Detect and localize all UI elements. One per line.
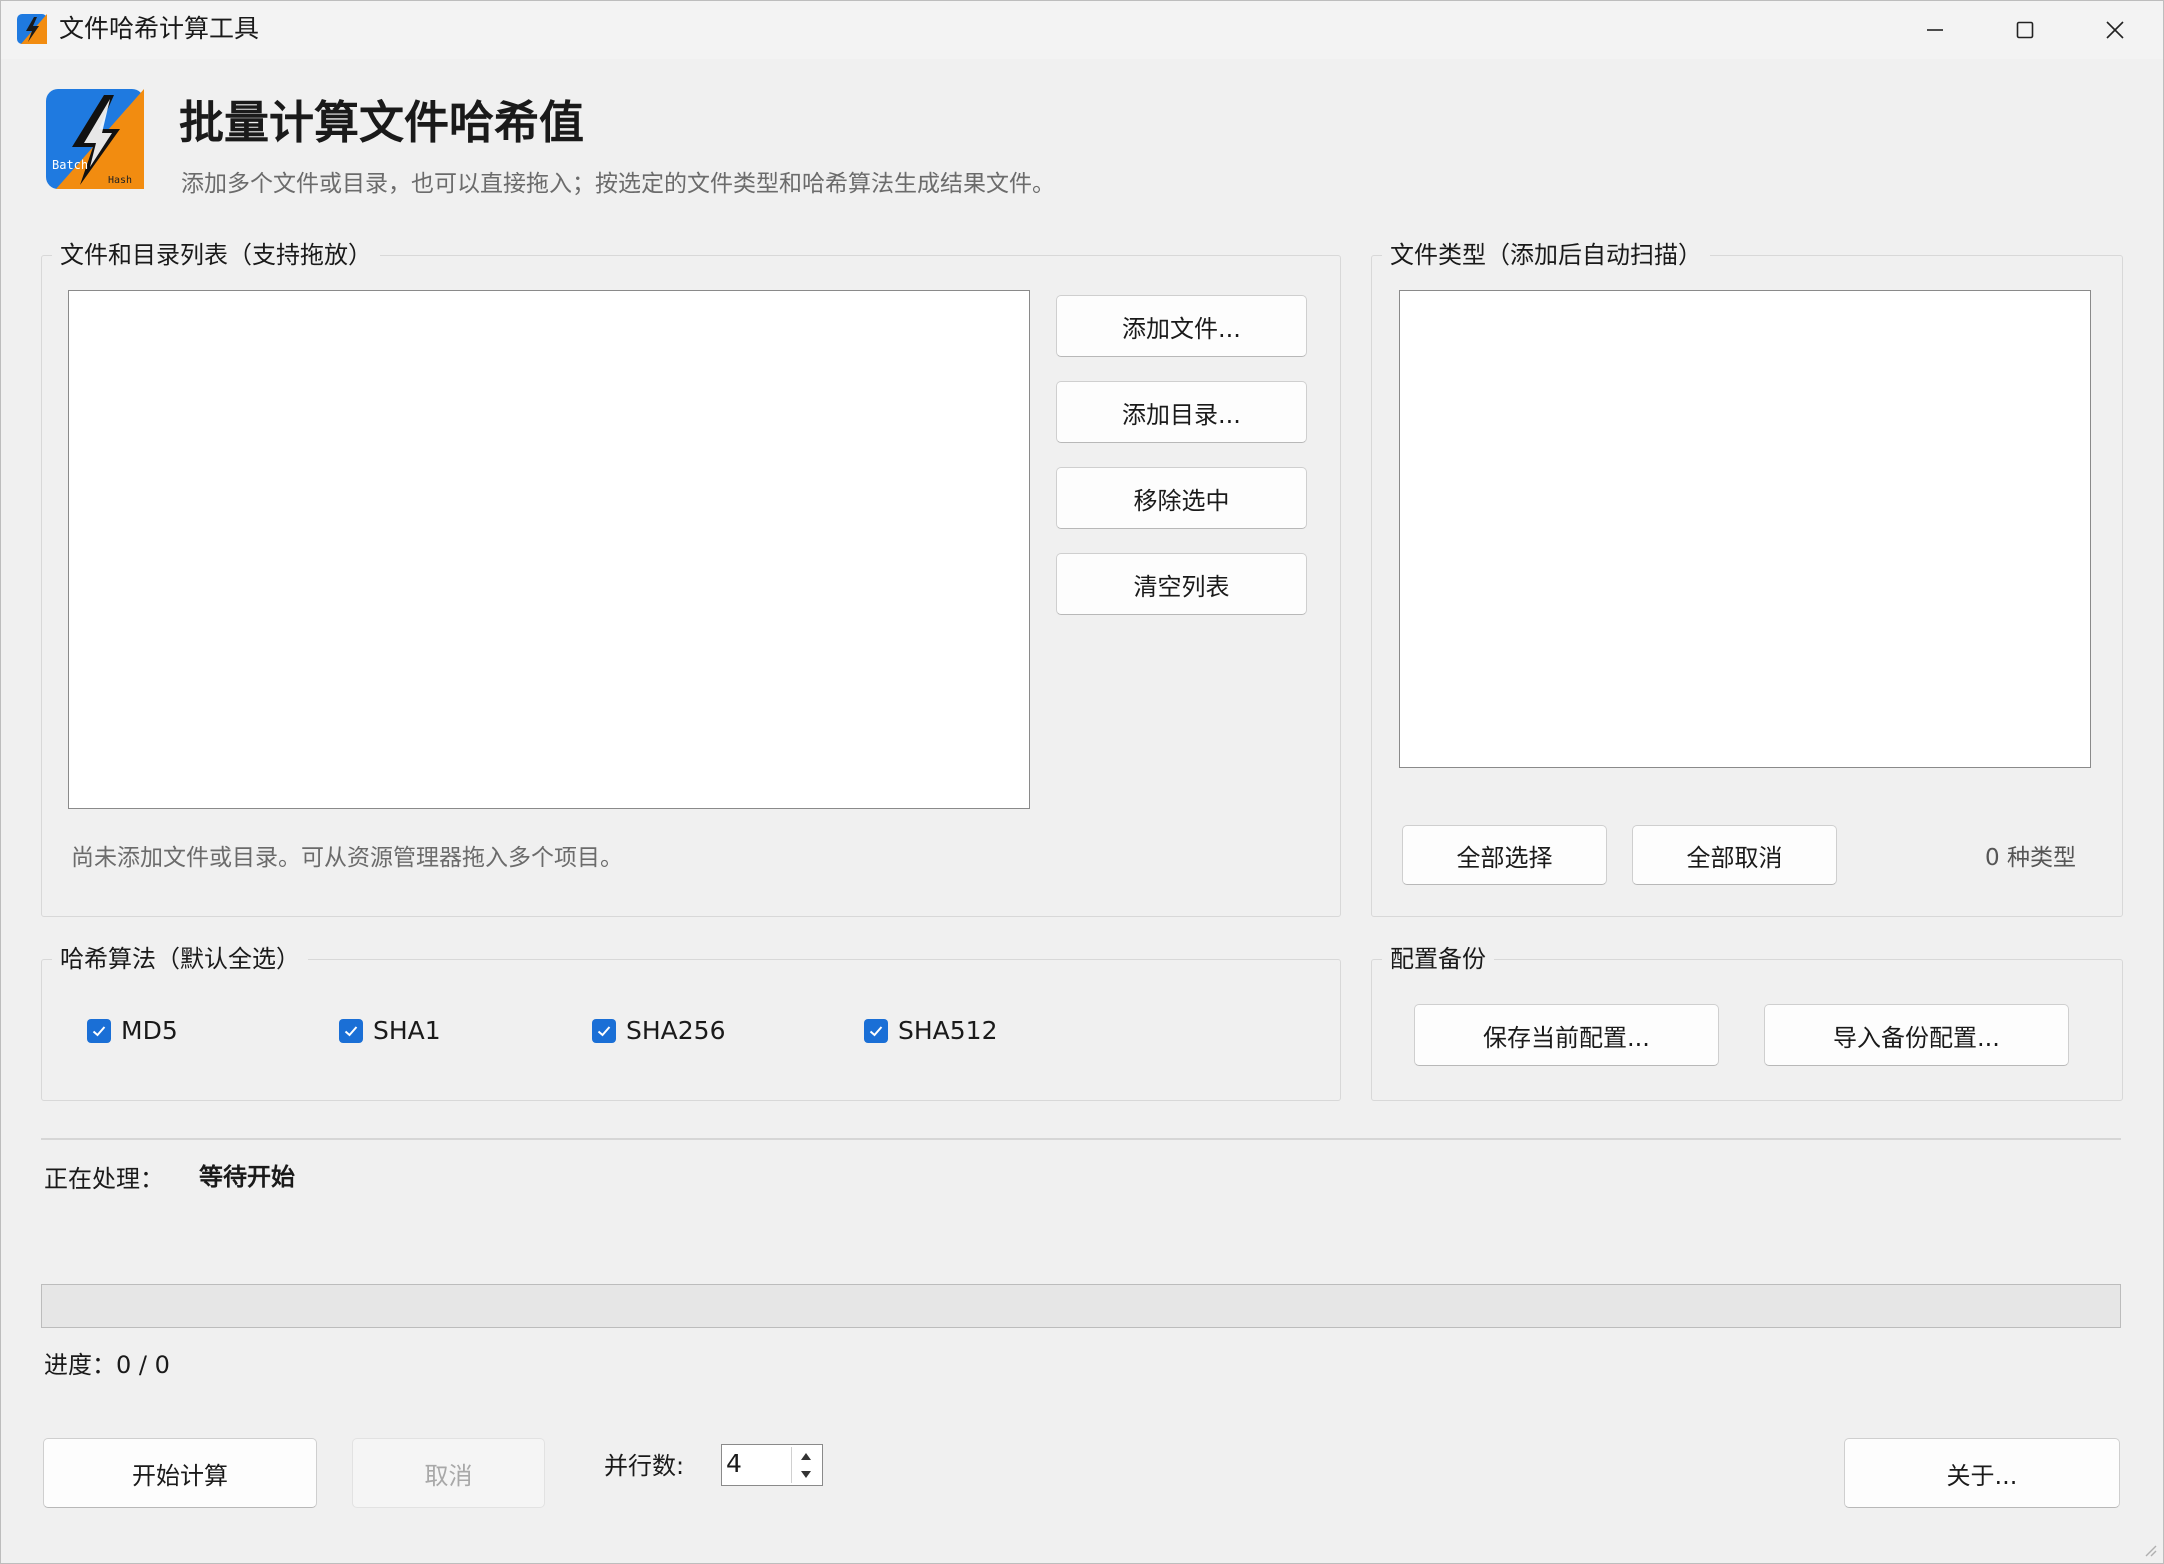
remove-selected-button[interactable]: 移除选中 (1056, 467, 1307, 529)
start-button[interactable]: 开始计算 (43, 1438, 317, 1508)
app-icon (17, 14, 47, 44)
checkbox-checked-icon (592, 1019, 616, 1043)
chevron-down-icon (801, 1470, 811, 1478)
maximize-button[interactable] (1979, 1, 2071, 59)
files-group-label: 文件和目录列表（支持拖放） (52, 239, 380, 271)
spin-up-button[interactable] (792, 1447, 820, 1465)
window-title: 文件哈希计算工具 (59, 14, 260, 43)
main-window: 文件哈希计算工具 Batch Hash 批量计算文件哈希值 添加多个文件或目录，… (0, 0, 2164, 1564)
close-icon (2106, 21, 2124, 39)
minimize-icon (1927, 29, 1943, 31)
chevron-up-icon (801, 1452, 811, 1460)
maximize-icon (2016, 21, 2034, 39)
deselect-all-button[interactable]: 全部取消 (1632, 825, 1837, 885)
sha256-checkbox[interactable]: SHA256 (592, 1016, 726, 1046)
clear-list-button[interactable]: 清空列表 (1056, 553, 1307, 615)
sha256-label: SHA256 (626, 1016, 726, 1045)
close-button[interactable] (2069, 1, 2161, 59)
logo-text-hash: Hash (108, 175, 132, 186)
parallel-count-value[interactable]: 4 (726, 1448, 742, 1480)
cancel-button[interactable]: 取消 (352, 1438, 545, 1508)
spin-down-button[interactable] (792, 1465, 820, 1483)
resize-grip-icon[interactable] (2141, 1541, 2157, 1557)
processing-label: 正在处理： (44, 1165, 164, 1193)
sha1-checkbox[interactable]: SHA1 (339, 1016, 441, 1046)
section-separator (41, 1138, 2121, 1140)
save-config-button[interactable]: 保存当前配置... (1414, 1004, 1719, 1066)
spinbox-arrows (791, 1447, 820, 1483)
logo-text-batch: Batch (52, 158, 88, 172)
hash-algorithms-group-label: 哈希算法（默认全选） (52, 943, 308, 975)
sha512-label: SHA512 (898, 1016, 998, 1045)
add-directory-button[interactable]: 添加目录... (1056, 381, 1307, 443)
file-types-list[interactable] (1399, 290, 2091, 768)
sha1-label: SHA1 (373, 1016, 441, 1045)
checkbox-checked-icon (864, 1019, 888, 1043)
page-subtitle: 添加多个文件或目录，也可以直接拖入；按选定的文件类型和哈希算法生成结果文件。 (181, 171, 1055, 197)
file-type-count: 0 种类型 (1985, 845, 2076, 871)
file-list[interactable] (68, 290, 1030, 809)
processing-status: 等待开始 (199, 1163, 295, 1191)
file-types-group-label: 文件类型（添加后自动扫描） (1382, 239, 1710, 271)
sha512-checkbox[interactable]: SHA512 (864, 1016, 998, 1046)
progress-bar (41, 1284, 2121, 1328)
title-bar[interactable]: 文件哈希计算工具 (1, 1, 2163, 59)
about-button[interactable]: 关于... (1844, 1438, 2120, 1508)
add-files-button[interactable]: 添加文件... (1056, 295, 1307, 357)
parallel-count-spinbox[interactable]: 4 (721, 1444, 823, 1486)
app-logo: Batch Hash (46, 89, 144, 189)
config-backup-group-label: 配置备份 (1382, 943, 1494, 975)
select-all-button[interactable]: 全部选择 (1402, 825, 1607, 885)
files-empty-hint: 尚未添加文件或目录。可从资源管理器拖入多个项目。 (71, 845, 623, 871)
minimize-button[interactable] (1889, 1, 1981, 59)
md5-checkbox[interactable]: MD5 (87, 1016, 178, 1046)
page-title: 批量计算文件哈希值 (179, 96, 585, 149)
checkbox-checked-icon (339, 1019, 363, 1043)
checkbox-checked-icon (87, 1019, 111, 1043)
progress-text: 进度：0 / 0 (44, 1351, 170, 1379)
md5-label: MD5 (121, 1016, 178, 1045)
import-config-button[interactable]: 导入备份配置... (1764, 1004, 2069, 1066)
parallel-label: 并行数: (604, 1452, 685, 1480)
